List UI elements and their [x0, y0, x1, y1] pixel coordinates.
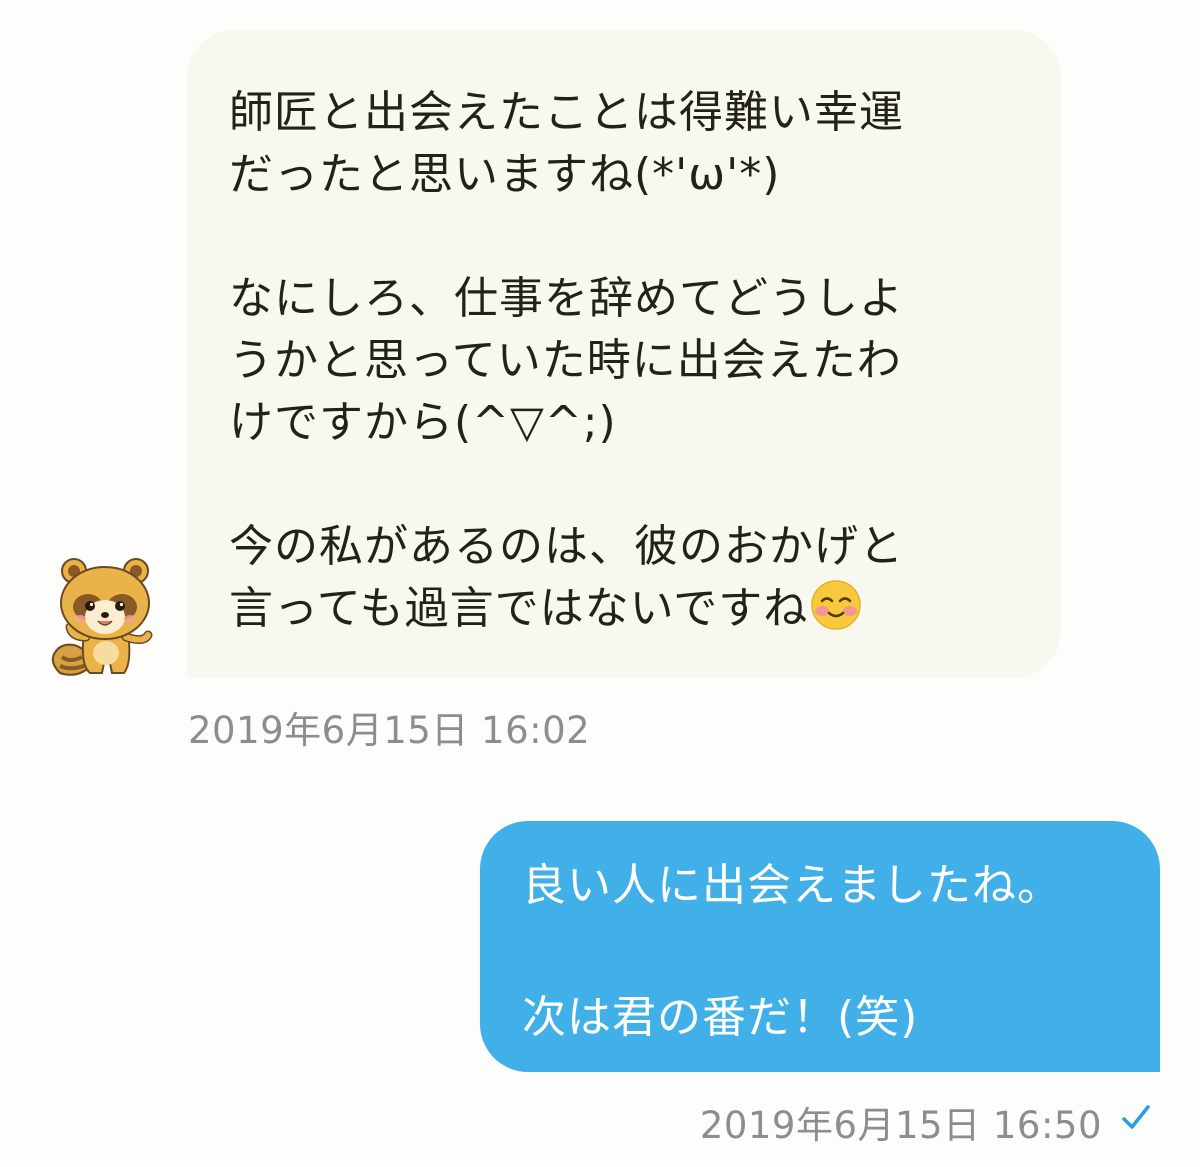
message-line: うかと思っていた時に出会えたわ [229, 335, 902, 386]
message-paragraph-gap [522, 917, 1130, 987]
message-line-text: 言っても過言ではないですね [229, 583, 809, 634]
conversation: 師匠と出会えたことは得難い幸運 だったと思いますね(*'ω'*) なにしろ、仕事… [0, 0, 1200, 1167]
sender-avatar[interactable] [48, 553, 160, 678]
message-line-with-emoji: 言っても過言ではないですね [229, 578, 1021, 640]
incoming-timestamp: 2019年6月15日 16:02 [188, 709, 591, 752]
outgoing-timestamp: 2019年6月15日 16:50 [699, 1104, 1102, 1147]
smiling-face-emoji-icon [810, 579, 862, 631]
message-paragraph-gap [229, 206, 1021, 268]
message-line: だったと思いますね(*'ω'*) [229, 149, 781, 200]
message-paragraph-gap [229, 454, 1021, 516]
message-line: けですから(^▽^;) [229, 397, 617, 448]
message-line: なにしろ、仕事を辞めてどうしよ [229, 273, 904, 324]
outgoing-message-bubble[interactable]: 良い人に出会えましたね。 次は君の番だ！(笑) [480, 821, 1160, 1072]
tanuki-avatar-icon [51, 558, 153, 676]
message-line: 今の私があるのは、彼のおかげと [229, 521, 904, 572]
message-line: 次は君の番だ！(笑) [522, 992, 919, 1043]
message-line: 良い人に出会えましたね。 [522, 860, 1062, 911]
incoming-message-bubble[interactable]: 師匠と出会えたことは得難い幸運 だったと思いますね(*'ω'*) なにしろ、仕事… [187, 30, 1061, 678]
check-icon [1118, 1101, 1154, 1135]
message-line: 師匠と出会えたことは得難い幸運 [229, 87, 904, 138]
